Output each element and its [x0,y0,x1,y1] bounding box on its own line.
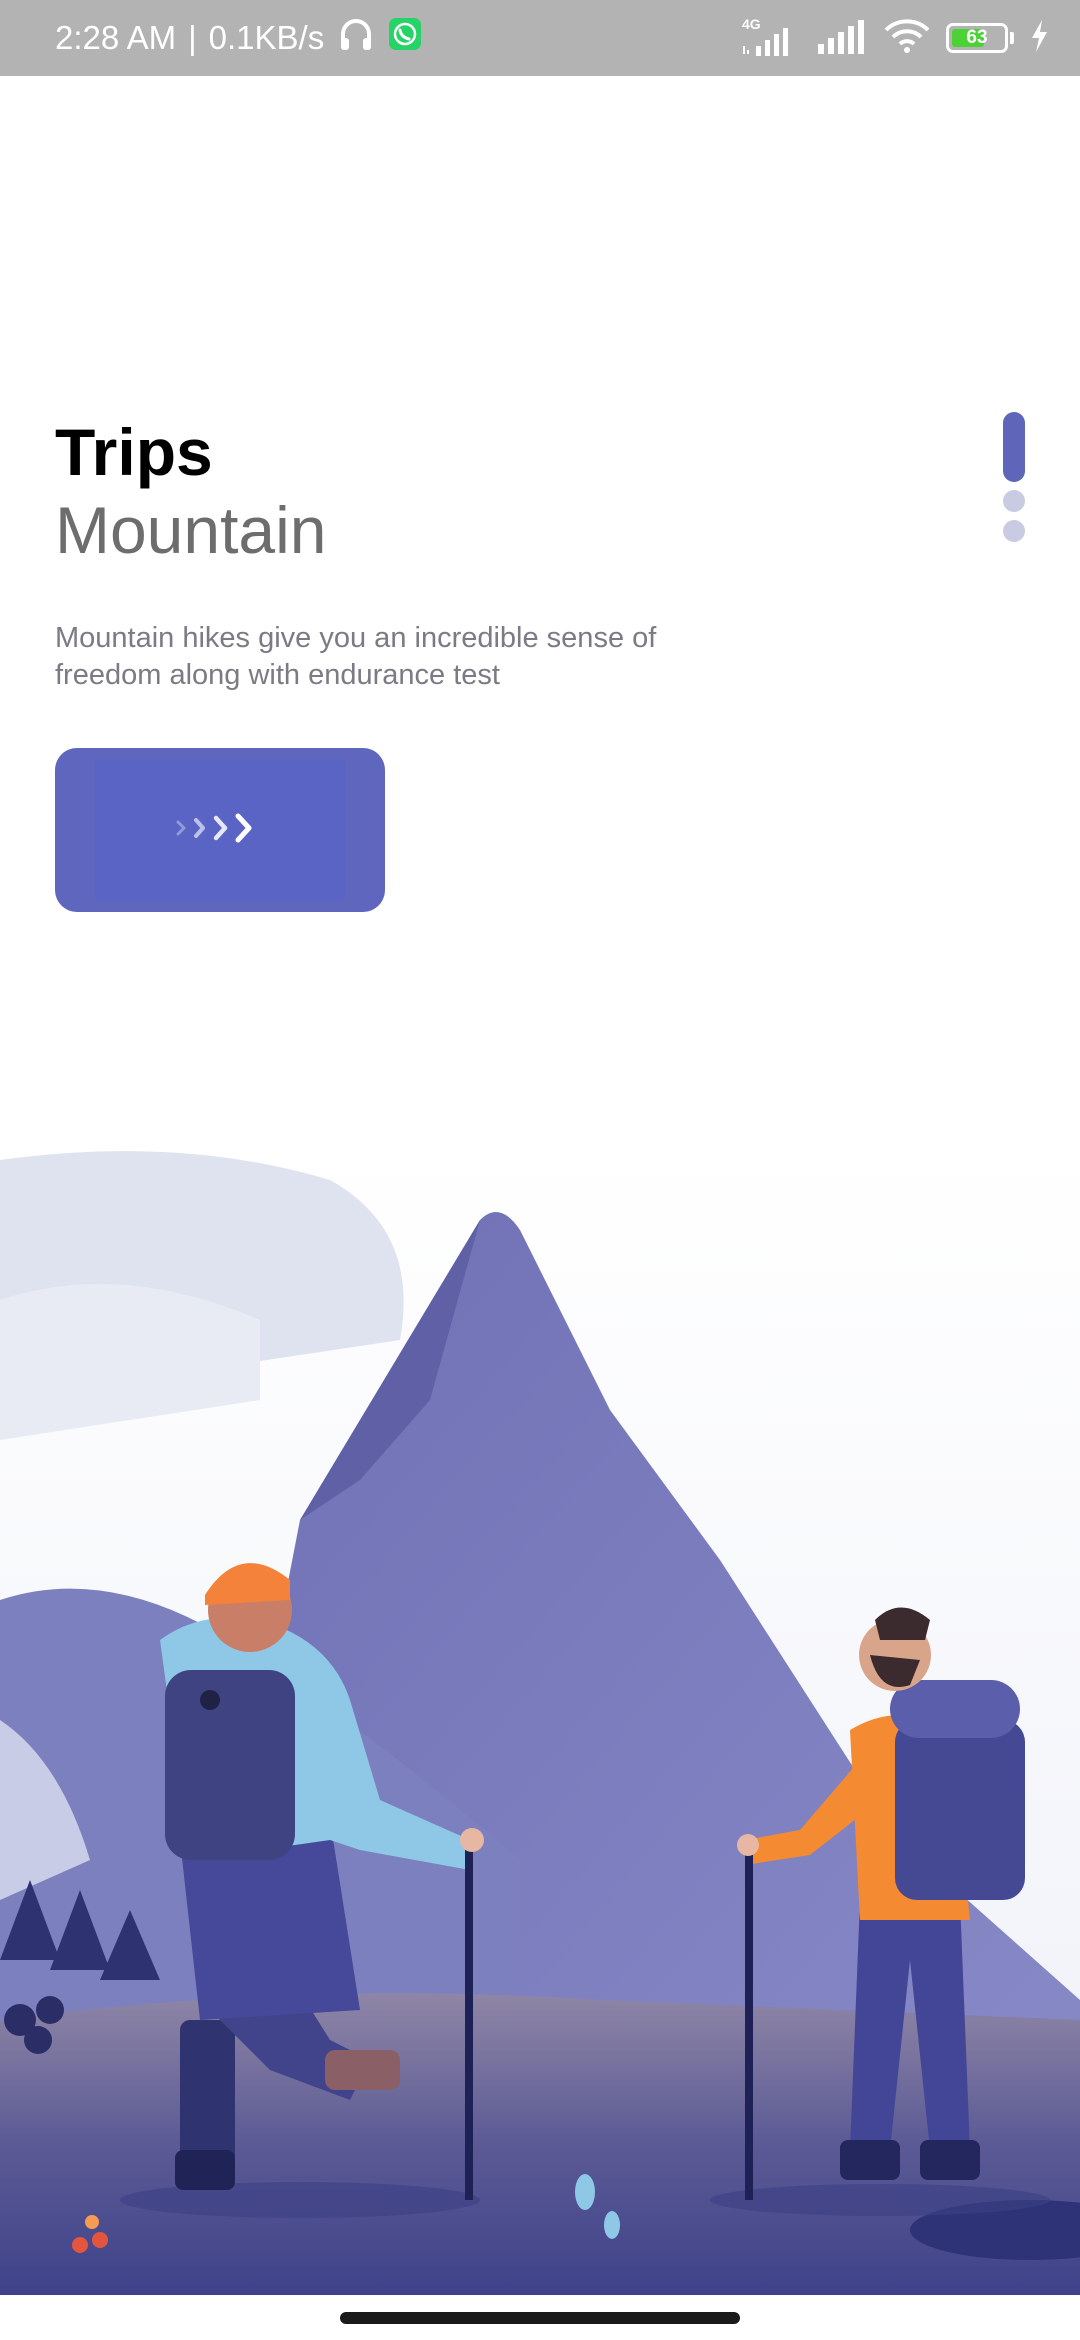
status-time: 2:28 AM [55,19,177,56]
page-dot-1[interactable] [1003,412,1025,482]
battery-level: 63 [966,27,988,48]
next-button-inner [95,760,345,900]
onboarding-screen: 2:28 AM | 0.1KB/s 4G 63 Trips Mountain M… [0,0,1080,2340]
next-button[interactable] [55,748,385,912]
whatsapp-icon [388,17,422,59]
wifi-icon [882,16,932,61]
page-indicator [1002,412,1026,542]
status-separator: | [188,19,197,56]
hikers-illustration [0,1140,1080,2295]
page-dot-2[interactable] [1003,490,1025,512]
page-description: Mountain hikes give you an incredible se… [55,622,657,691]
page-subtitle: Mountain [55,493,327,567]
signal-icon [816,16,868,61]
status-bar: 2:28 AM | 0.1KB/s 4G 63 [0,0,1080,76]
page-title: Trips [55,415,213,489]
home-indicator[interactable] [340,2312,740,2324]
page-dot-3[interactable] [1003,520,1025,542]
status-left: 2:28 AM | 0.1KB/s [55,0,422,76]
battery-icon: 63 [946,23,1014,53]
status-right: 4G 63 [738,0,1050,76]
chevrons-right-icon [170,808,270,853]
signal-4g-icon: 4G [738,16,802,58]
charging-icon [1028,18,1050,59]
status-speed: 0.1KB/s [208,19,325,56]
headphones-icon [336,14,376,62]
